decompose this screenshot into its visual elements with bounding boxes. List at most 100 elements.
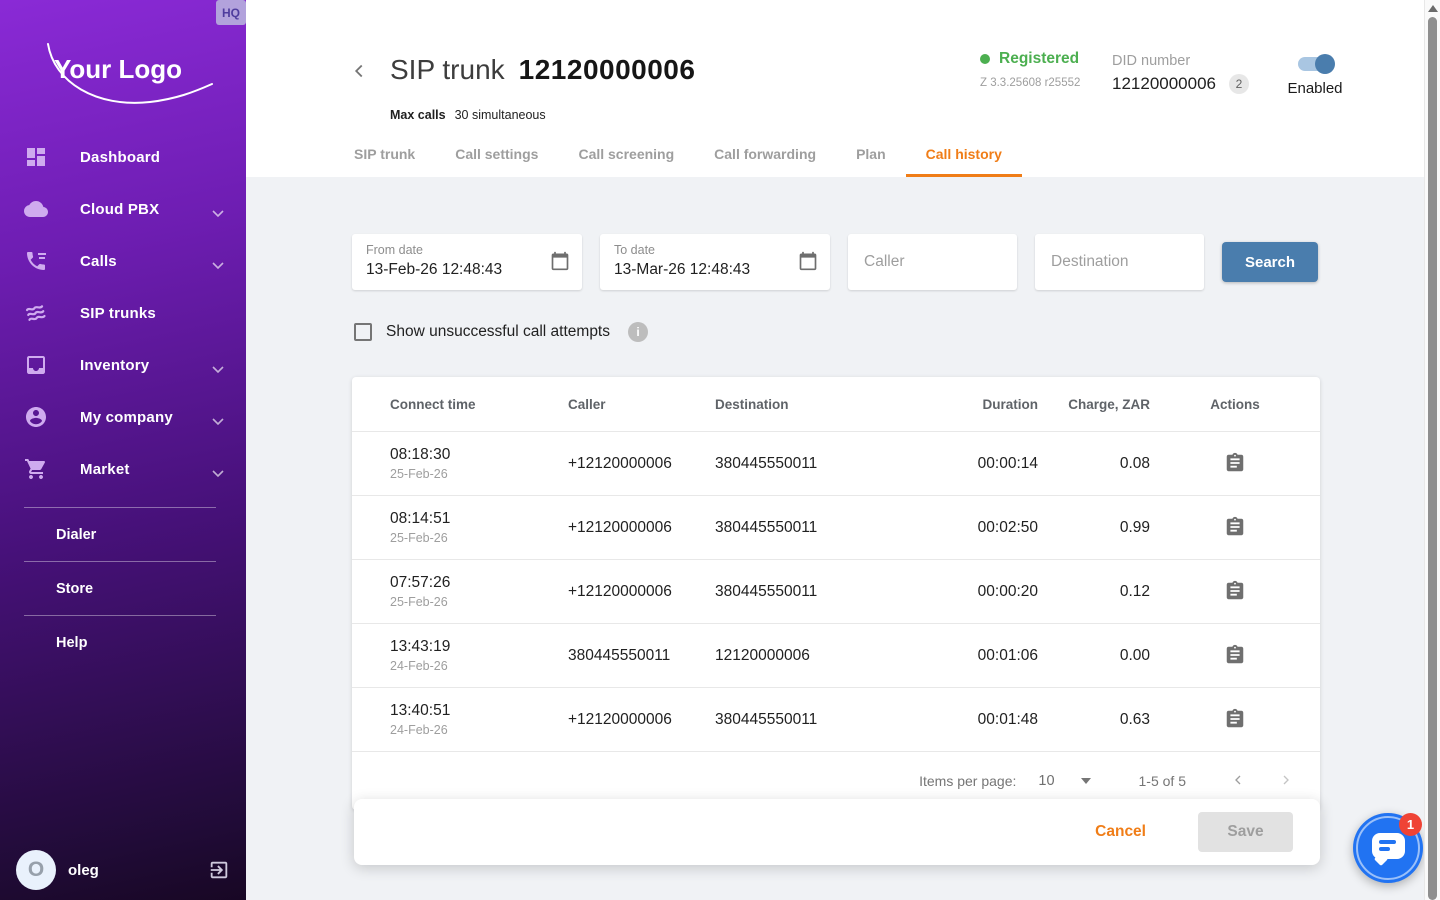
tab-call-history[interactable]: Call history <box>906 131 1022 177</box>
back-icon[interactable] <box>348 60 372 84</box>
call-details-icon[interactable] <box>1223 580 1247 604</box>
destination-field-card <box>1035 234 1204 290</box>
scrollbar-thumb[interactable] <box>1428 17 1437 900</box>
items-per-page-select[interactable]: 10 <box>1038 773 1054 789</box>
logout-icon[interactable] <box>208 859 230 881</box>
sidebar-item-store[interactable]: Store <box>24 562 216 615</box>
call-details-icon[interactable] <box>1223 516 1247 540</box>
connect-time: 08:14:51 <box>390 510 568 528</box>
caller-cell: 380445550011 <box>568 647 715 665</box>
chat-bubble-icon <box>1372 833 1405 859</box>
logo-text: Your Logo <box>54 54 182 85</box>
sidebar: HQ Your Logo Dashboard Cloud PBX <box>0 0 246 900</box>
dashboard-icon <box>24 145 48 169</box>
info-icon[interactable]: i <box>628 322 648 342</box>
save-button[interactable]: Save <box>1198 812 1293 852</box>
chat-unread-badge: 1 <box>1399 813 1422 836</box>
charge-cell: 0.00 <box>1038 647 1150 665</box>
connect-date: 25-Feb-26 <box>390 531 568 545</box>
app-window: HQ Your Logo Dashboard Cloud PBX <box>0 0 1440 900</box>
table-row: 13:43:19 24-Feb-26 380445550011 12120000… <box>352 623 1320 687</box>
search-button[interactable]: Search <box>1222 242 1318 282</box>
destination-input[interactable] <box>1035 253 1204 271</box>
duration-cell: 00:01:48 <box>912 711 1038 729</box>
main-area: SIP trunk 12120000006 Max calls30 simulta… <box>246 0 1440 900</box>
chevron-down-icon <box>212 205 224 213</box>
chevron-down-icon <box>212 465 224 473</box>
column-header: Connect time <box>352 397 568 412</box>
call-details-icon[interactable] <box>1223 708 1247 732</box>
show-unsuccessful-checkbox[interactable] <box>354 323 372 341</box>
connect-date: 24-Feb-26 <box>390 659 568 673</box>
next-page-icon[interactable] <box>1274 769 1298 793</box>
call-details-icon[interactable] <box>1223 452 1247 476</box>
status-label: Registered <box>999 50 1079 68</box>
sidebar-item-sip-trunks[interactable]: SIP trunks <box>0 287 246 339</box>
registration-status: Registered Z 3.3.25608 r25552 <box>980 50 1080 89</box>
tab-sip-trunk[interactable]: SIP trunk <box>334 131 435 177</box>
calendar-icon[interactable] <box>798 251 818 271</box>
chat-widget-button[interactable]: 1 <box>1353 813 1423 883</box>
tab-plan[interactable]: Plan <box>836 131 906 177</box>
items-per-page-label: Items per page: <box>919 773 1016 789</box>
connect-time: 13:40:51 <box>390 702 568 720</box>
sidebar-item-my-company[interactable]: My company <box>0 391 246 443</box>
table-row: 08:18:30 25-Feb-26 +12120000006 38044555… <box>352 431 1320 495</box>
charge-cell: 0.63 <box>1038 711 1150 729</box>
caller-input[interactable] <box>848 253 1017 271</box>
caller-cell: +12120000006 <box>568 711 715 729</box>
filters-row: From date 13-Feb-26 12:48:43 To date 13-… <box>352 234 1318 290</box>
duration-cell: 00:02:50 <box>912 519 1038 537</box>
unsuccessful-calls-filter: Show unsuccessful call attempts i <box>354 322 648 342</box>
enabled-toggle[interactable] <box>1298 57 1332 71</box>
toggle-knob <box>1315 54 1335 74</box>
sidebar-item-market[interactable]: Market <box>0 443 246 495</box>
caller-field-card <box>848 234 1017 290</box>
dropdown-caret-icon[interactable] <box>1081 778 1091 784</box>
call-details-icon[interactable] <box>1223 644 1247 668</box>
destination-cell: 380445550011 <box>715 583 912 601</box>
user-name: oleg <box>68 862 99 879</box>
previous-page-icon[interactable] <box>1226 769 1250 793</box>
table-row: 08:14:51 25-Feb-26 +12120000006 38044555… <box>352 495 1320 559</box>
to-date-field[interactable]: To date 13-Mar-26 12:48:43 <box>600 234 830 290</box>
did-number-value: 12120000006 <box>1112 74 1216 94</box>
connect-date: 25-Feb-26 <box>390 467 568 481</box>
cancel-button[interactable]: Cancel <box>1095 823 1146 841</box>
column-header: Charge, ZAR <box>1038 397 1150 412</box>
sidebar-item-dialer[interactable]: Dialer <box>24 508 216 561</box>
charge-cell: 0.08 <box>1038 455 1150 473</box>
user-row: O oleg <box>16 850 230 890</box>
from-date-field[interactable]: From date 13-Feb-26 12:48:43 <box>352 234 582 290</box>
inventory-icon <box>24 353 48 377</box>
destination-cell: 380445550011 <box>715 519 912 537</box>
version-label: Z 3.3.25608 r25552 <box>980 77 1080 89</box>
hq-badge: HQ <box>216 0 246 25</box>
toggle-label: Enabled <box>1287 80 1342 97</box>
sidebar-item-cloud-pbx[interactable]: Cloud PBX <box>0 183 246 235</box>
table-row: 07:57:26 25-Feb-26 +12120000006 38044555… <box>352 559 1320 623</box>
sidebar-item-dashboard[interactable]: Dashboard <box>0 131 246 183</box>
trunk-number: 12120000006 <box>519 54 696 85</box>
calendar-icon[interactable] <box>550 251 570 271</box>
connect-date: 24-Feb-26 <box>390 723 568 737</box>
tab-call-forwarding[interactable]: Call forwarding <box>694 131 836 177</box>
logo: Your Logo <box>18 28 228 112</box>
scroll-up-icon[interactable] <box>1428 5 1438 12</box>
charge-cell: 0.12 <box>1038 583 1150 601</box>
destination-cell: 12120000006 <box>715 647 912 665</box>
sidebar-item-help[interactable]: Help <box>24 616 216 669</box>
caller-cell: +12120000006 <box>568 455 715 473</box>
vertical-scrollbar <box>1424 0 1440 900</box>
sidebar-item-inventory[interactable]: Inventory <box>0 339 246 391</box>
max-calls: Max calls30 simultaneous <box>390 108 546 122</box>
sidebar-item-calls[interactable]: Calls <box>0 235 246 287</box>
duration-cell: 00:01:06 <box>912 647 1038 665</box>
tab-call-screening[interactable]: Call screening <box>558 131 694 177</box>
destination-cell: 380445550011 <box>715 711 912 729</box>
tab-call-settings[interactable]: Call settings <box>435 131 558 177</box>
charge-cell: 0.99 <box>1038 519 1150 537</box>
call-history-table: Connect time Caller Destination Duration… <box>352 377 1320 810</box>
to-date-value: 13-Mar-26 12:48:43 <box>614 261 816 279</box>
form-actions-bar: Cancel Save <box>354 799 1320 865</box>
